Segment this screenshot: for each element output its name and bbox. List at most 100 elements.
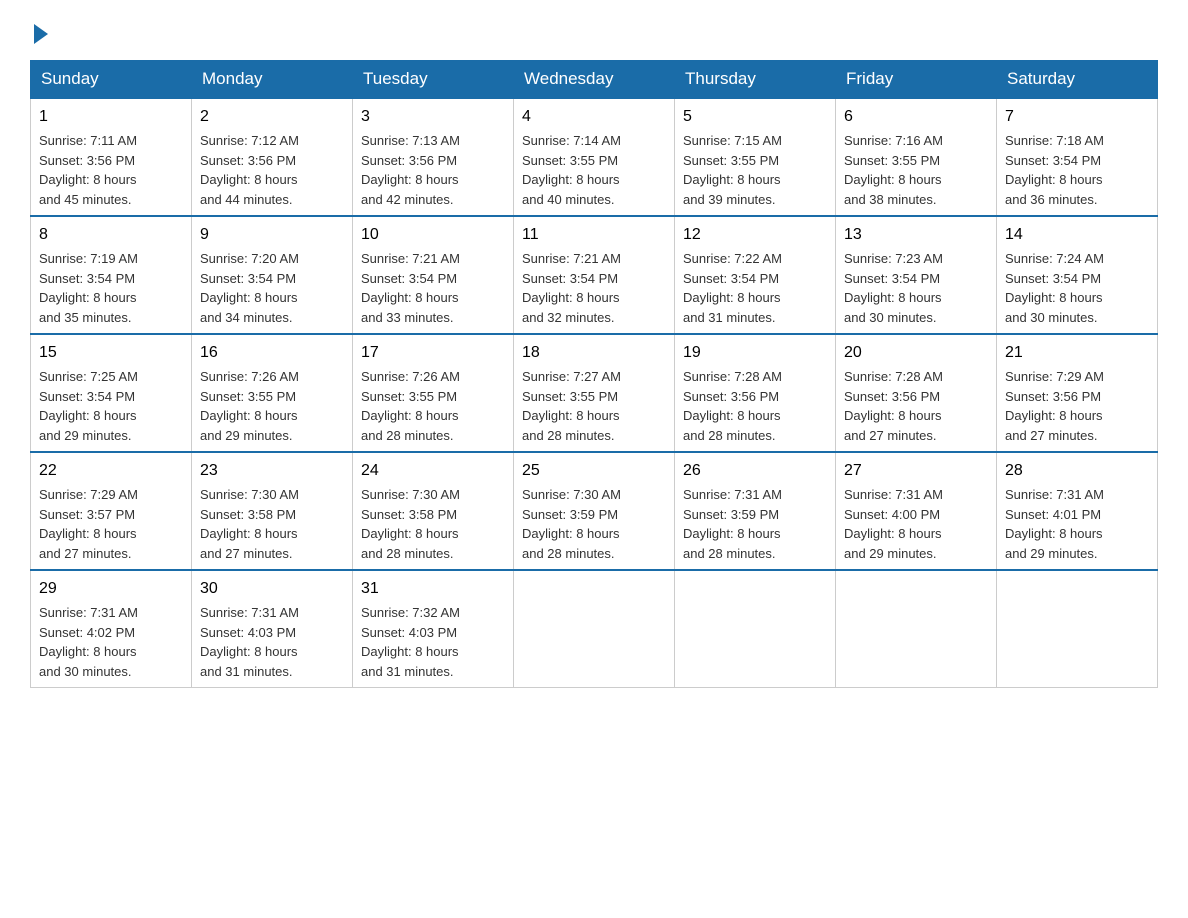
day-5: 5 Sunrise: 7:15 AMSunset: 3:55 PMDayligh…	[675, 98, 836, 216]
day-info-18: Sunrise: 7:27 AMSunset: 3:55 PMDaylight:…	[522, 369, 621, 443]
empty-cell-4-6	[997, 570, 1158, 688]
weekday-header-row: SundayMondayTuesdayWednesdayThursdayFrid…	[31, 61, 1158, 99]
day-14: 14 Sunrise: 7:24 AMSunset: 3:54 PMDaylig…	[997, 216, 1158, 334]
day-number-28: 28	[1005, 459, 1149, 483]
day-number-10: 10	[361, 223, 505, 247]
week-row-4: 22 Sunrise: 7:29 AMSunset: 3:57 PMDaylig…	[31, 452, 1158, 570]
day-13: 13 Sunrise: 7:23 AMSunset: 3:54 PMDaylig…	[836, 216, 997, 334]
header-wednesday: Wednesday	[514, 61, 675, 99]
page-header	[30, 20, 1158, 40]
day-27: 27 Sunrise: 7:31 AMSunset: 4:00 PMDaylig…	[836, 452, 997, 570]
day-info-3: Sunrise: 7:13 AMSunset: 3:56 PMDaylight:…	[361, 133, 460, 207]
day-20: 20 Sunrise: 7:28 AMSunset: 3:56 PMDaylig…	[836, 334, 997, 452]
day-info-13: Sunrise: 7:23 AMSunset: 3:54 PMDaylight:…	[844, 251, 943, 325]
week-row-1: 1 Sunrise: 7:11 AMSunset: 3:56 PMDayligh…	[31, 98, 1158, 216]
day-1: 1 Sunrise: 7:11 AMSunset: 3:56 PMDayligh…	[31, 98, 192, 216]
header-thursday: Thursday	[675, 61, 836, 99]
day-info-2: Sunrise: 7:12 AMSunset: 3:56 PMDaylight:…	[200, 133, 299, 207]
day-number-3: 3	[361, 105, 505, 129]
day-info-19: Sunrise: 7:28 AMSunset: 3:56 PMDaylight:…	[683, 369, 782, 443]
day-4: 4 Sunrise: 7:14 AMSunset: 3:55 PMDayligh…	[514, 98, 675, 216]
day-info-23: Sunrise: 7:30 AMSunset: 3:58 PMDaylight:…	[200, 487, 299, 561]
day-number-15: 15	[39, 341, 183, 365]
day-info-6: Sunrise: 7:16 AMSunset: 3:55 PMDaylight:…	[844, 133, 943, 207]
day-number-27: 27	[844, 459, 988, 483]
day-number-2: 2	[200, 105, 344, 129]
week-row-2: 8 Sunrise: 7:19 AMSunset: 3:54 PMDayligh…	[31, 216, 1158, 334]
day-30: 30 Sunrise: 7:31 AMSunset: 4:03 PMDaylig…	[192, 570, 353, 688]
day-number-29: 29	[39, 577, 183, 601]
day-info-20: Sunrise: 7:28 AMSunset: 3:56 PMDaylight:…	[844, 369, 943, 443]
day-22: 22 Sunrise: 7:29 AMSunset: 3:57 PMDaylig…	[31, 452, 192, 570]
day-19: 19 Sunrise: 7:28 AMSunset: 3:56 PMDaylig…	[675, 334, 836, 452]
day-number-12: 12	[683, 223, 827, 247]
header-monday: Monday	[192, 61, 353, 99]
day-17: 17 Sunrise: 7:26 AMSunset: 3:55 PMDaylig…	[353, 334, 514, 452]
day-21: 21 Sunrise: 7:29 AMSunset: 3:56 PMDaylig…	[997, 334, 1158, 452]
day-number-4: 4	[522, 105, 666, 129]
day-number-5: 5	[683, 105, 827, 129]
week-row-3: 15 Sunrise: 7:25 AMSunset: 3:54 PMDaylig…	[31, 334, 1158, 452]
day-31: 31 Sunrise: 7:32 AMSunset: 4:03 PMDaylig…	[353, 570, 514, 688]
day-info-24: Sunrise: 7:30 AMSunset: 3:58 PMDaylight:…	[361, 487, 460, 561]
day-number-22: 22	[39, 459, 183, 483]
day-8: 8 Sunrise: 7:19 AMSunset: 3:54 PMDayligh…	[31, 216, 192, 334]
day-info-22: Sunrise: 7:29 AMSunset: 3:57 PMDaylight:…	[39, 487, 138, 561]
empty-cell-4-5	[836, 570, 997, 688]
day-number-9: 9	[200, 223, 344, 247]
day-number-20: 20	[844, 341, 988, 365]
day-number-17: 17	[361, 341, 505, 365]
day-info-31: Sunrise: 7:32 AMSunset: 4:03 PMDaylight:…	[361, 605, 460, 679]
day-11: 11 Sunrise: 7:21 AMSunset: 3:54 PMDaylig…	[514, 216, 675, 334]
day-number-18: 18	[522, 341, 666, 365]
logo-arrow-icon	[34, 24, 48, 44]
day-info-27: Sunrise: 7:31 AMSunset: 4:00 PMDaylight:…	[844, 487, 943, 561]
day-info-28: Sunrise: 7:31 AMSunset: 4:01 PMDaylight:…	[1005, 487, 1104, 561]
day-29: 29 Sunrise: 7:31 AMSunset: 4:02 PMDaylig…	[31, 570, 192, 688]
day-number-7: 7	[1005, 105, 1149, 129]
day-info-4: Sunrise: 7:14 AMSunset: 3:55 PMDaylight:…	[522, 133, 621, 207]
day-16: 16 Sunrise: 7:26 AMSunset: 3:55 PMDaylig…	[192, 334, 353, 452]
day-number-24: 24	[361, 459, 505, 483]
day-number-14: 14	[1005, 223, 1149, 247]
day-10: 10 Sunrise: 7:21 AMSunset: 3:54 PMDaylig…	[353, 216, 514, 334]
day-info-25: Sunrise: 7:30 AMSunset: 3:59 PMDaylight:…	[522, 487, 621, 561]
day-number-13: 13	[844, 223, 988, 247]
day-28: 28 Sunrise: 7:31 AMSunset: 4:01 PMDaylig…	[997, 452, 1158, 570]
day-24: 24 Sunrise: 7:30 AMSunset: 3:58 PMDaylig…	[353, 452, 514, 570]
day-number-19: 19	[683, 341, 827, 365]
day-15: 15 Sunrise: 7:25 AMSunset: 3:54 PMDaylig…	[31, 334, 192, 452]
day-18: 18 Sunrise: 7:27 AMSunset: 3:55 PMDaylig…	[514, 334, 675, 452]
day-number-21: 21	[1005, 341, 1149, 365]
day-number-11: 11	[522, 223, 666, 247]
day-info-15: Sunrise: 7:25 AMSunset: 3:54 PMDaylight:…	[39, 369, 138, 443]
day-info-7: Sunrise: 7:18 AMSunset: 3:54 PMDaylight:…	[1005, 133, 1104, 207]
day-number-26: 26	[683, 459, 827, 483]
empty-cell-4-3	[514, 570, 675, 688]
header-saturday: Saturday	[997, 61, 1158, 99]
calendar-table: SundayMondayTuesdayWednesdayThursdayFrid…	[30, 60, 1158, 688]
day-info-12: Sunrise: 7:22 AMSunset: 3:54 PMDaylight:…	[683, 251, 782, 325]
day-info-26: Sunrise: 7:31 AMSunset: 3:59 PMDaylight:…	[683, 487, 782, 561]
day-6: 6 Sunrise: 7:16 AMSunset: 3:55 PMDayligh…	[836, 98, 997, 216]
week-row-5: 29 Sunrise: 7:31 AMSunset: 4:02 PMDaylig…	[31, 570, 1158, 688]
day-number-25: 25	[522, 459, 666, 483]
day-info-17: Sunrise: 7:26 AMSunset: 3:55 PMDaylight:…	[361, 369, 460, 443]
day-info-16: Sunrise: 7:26 AMSunset: 3:55 PMDaylight:…	[200, 369, 299, 443]
day-info-8: Sunrise: 7:19 AMSunset: 3:54 PMDaylight:…	[39, 251, 138, 325]
day-info-10: Sunrise: 7:21 AMSunset: 3:54 PMDaylight:…	[361, 251, 460, 325]
day-12: 12 Sunrise: 7:22 AMSunset: 3:54 PMDaylig…	[675, 216, 836, 334]
day-number-30: 30	[200, 577, 344, 601]
header-friday: Friday	[836, 61, 997, 99]
day-3: 3 Sunrise: 7:13 AMSunset: 3:56 PMDayligh…	[353, 98, 514, 216]
day-info-29: Sunrise: 7:31 AMSunset: 4:02 PMDaylight:…	[39, 605, 138, 679]
day-info-21: Sunrise: 7:29 AMSunset: 3:56 PMDaylight:…	[1005, 369, 1104, 443]
day-info-5: Sunrise: 7:15 AMSunset: 3:55 PMDaylight:…	[683, 133, 782, 207]
header-tuesday: Tuesday	[353, 61, 514, 99]
empty-cell-4-4	[675, 570, 836, 688]
day-7: 7 Sunrise: 7:18 AMSunset: 3:54 PMDayligh…	[997, 98, 1158, 216]
day-26: 26 Sunrise: 7:31 AMSunset: 3:59 PMDaylig…	[675, 452, 836, 570]
logo	[30, 20, 48, 40]
day-info-30: Sunrise: 7:31 AMSunset: 4:03 PMDaylight:…	[200, 605, 299, 679]
day-23: 23 Sunrise: 7:30 AMSunset: 3:58 PMDaylig…	[192, 452, 353, 570]
